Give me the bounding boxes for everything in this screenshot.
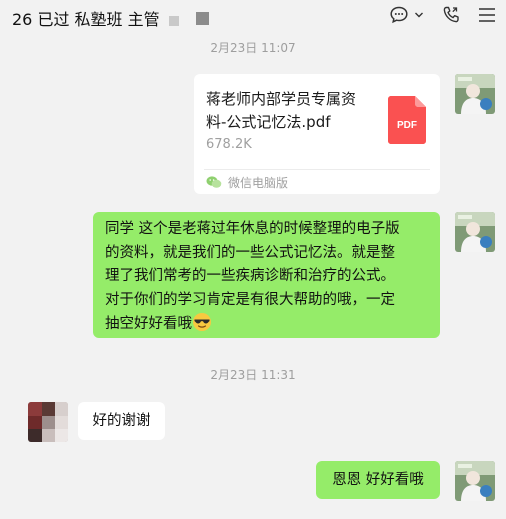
avatar[interactable] [455,74,495,114]
phone-icon[interactable] [440,4,462,26]
pdf-icon-label: PDF [397,120,417,131]
card-divider [204,169,430,170]
message-line: 的资料，就是我们的一些公式记忆法。就是整 [105,244,395,261]
message-line: 理了我们常考的一些疾病诊断和治疗的公式。 [105,268,395,284]
file-size: 678.2K [206,137,252,152]
cool-sunglasses-emoji [192,312,212,341]
avatar[interactable] [455,461,495,501]
avatar[interactable] [28,402,68,442]
chat-bubble-icon[interactable] [388,4,410,26]
redacted-block [169,16,179,26]
chat-title[interactable]: 26 已过 私塾班 主管 [12,6,160,30]
message-line: 对于你们的学习肯定是有很大帮助的哦，一定 [105,291,395,308]
file-name: 蒋老师内部学员专属资料-公式记忆法.pdf [206,90,357,131]
text-message-bubble[interactable]: 同学 这个是老蒋过年休息的时候整理的电子版 的资料，就是我们的一些公式记忆法。就… [93,212,440,338]
message-line: 抽空好好看哦 [105,316,192,332]
avatar[interactable] [455,212,495,252]
menu-icon[interactable] [476,4,498,26]
wechat-icon [206,176,222,188]
message-timestamp: 2月23日 11:07 [210,41,296,55]
file-message-card[interactable]: 蒋老师内部学员专属资料-公式记忆法.pdf 678.2K PDF 微信电脑版 [194,74,440,194]
chevron-down-icon[interactable] [412,4,426,26]
message-line: 同学 这个是老蒋过年休息的时候整理的电子版 [105,221,400,237]
redacted-block [196,12,209,25]
file-source-label: 微信电脑版 [228,175,289,190]
text-message-bubble[interactable]: 好的谢谢 [78,402,165,440]
file-source: 微信电脑版 [206,173,288,191]
pdf-file-icon: PDF [388,96,426,144]
message-timestamp: 2月23日 11:31 [210,368,296,382]
chat-header: 26 已过 私塾班 主管 [0,0,506,34]
text-message-bubble[interactable]: 恩恩 好好看哦 [316,461,440,499]
